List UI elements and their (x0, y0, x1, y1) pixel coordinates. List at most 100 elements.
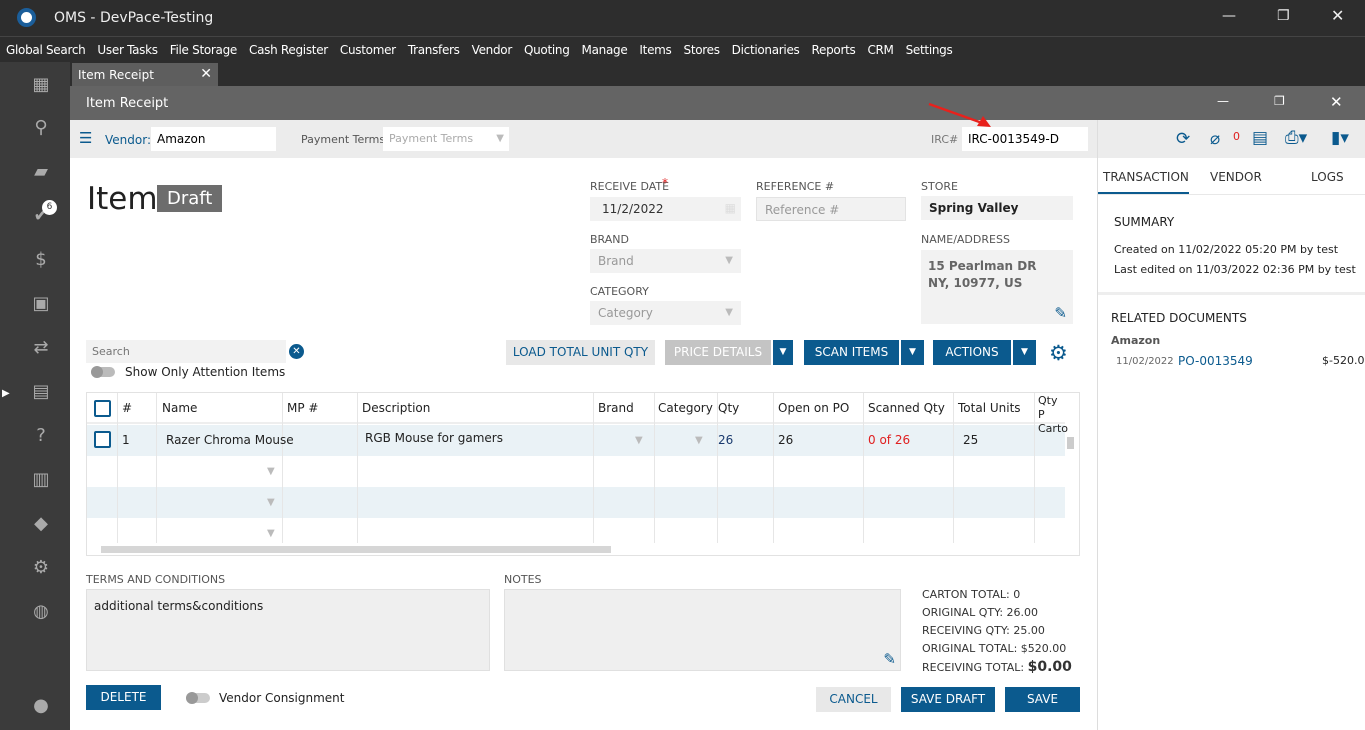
notes-textarea[interactable]: ✎ (504, 589, 901, 671)
pencil-icon[interactable]: ✎ (1054, 305, 1067, 322)
clipboard-icon[interactable]: ▥ (28, 469, 54, 491)
col-header-open-on-po[interactable]: Open on PO (778, 401, 849, 415)
related-doc-link[interactable]: PO-0013549 (1178, 354, 1253, 368)
cell-total-units[interactable]: 25 (963, 433, 978, 447)
menu-customer[interactable]: Customer (340, 43, 396, 57)
tab-vendor[interactable]: VENDOR (1210, 170, 1262, 184)
globe-icon[interactable]: ◍ (28, 601, 54, 623)
tab-item-receipt[interactable]: Item Receipt ✕ (72, 63, 218, 86)
irc-input[interactable] (962, 127, 1088, 151)
contact-icon[interactable]: ▣ (28, 293, 54, 315)
table-row-empty[interactable] (87, 487, 1065, 518)
name-dropdown-icon[interactable]: ▼ (267, 497, 275, 508)
menu-manage[interactable]: Manage (582, 43, 628, 57)
search-icon[interactable]: ⚲ (28, 117, 54, 139)
category-dropdown-icon[interactable]: ▼ (695, 435, 703, 446)
document-icon[interactable]: ▮▾ (1331, 128, 1349, 148)
tag-icon[interactable]: ◆ (28, 513, 54, 535)
window-minimize-button[interactable]: — (1217, 94, 1229, 108)
col-header-qty[interactable]: Qty (718, 401, 739, 415)
category-select[interactable]: Category ▼ (590, 301, 741, 325)
menu-transfers[interactable]: Transfers (408, 43, 460, 57)
col-header-description[interactable]: Description (362, 401, 430, 415)
price-details-button[interactable]: PRICE DETAILS (665, 340, 771, 365)
tab-logs[interactable]: LOGS (1311, 170, 1344, 184)
menu-stores[interactable]: Stores (684, 43, 720, 57)
payment-terms-select[interactable]: Payment Terms ▼ (383, 127, 509, 151)
receive-date-field[interactable]: 11/2/2022 ▦ (590, 197, 741, 221)
menu-file-storage[interactable]: File Storage (170, 43, 238, 57)
menu-global-search[interactable]: Global Search (6, 43, 86, 57)
col-header-total-units[interactable]: Total Units (958, 401, 1021, 415)
vendor-input[interactable] (151, 127, 276, 151)
horizontal-scrollbar[interactable] (101, 546, 611, 553)
col-header-name[interactable]: Name (162, 401, 197, 415)
store-field[interactable]: Spring Valley (921, 196, 1073, 220)
col-header-category[interactable]: Category (658, 401, 713, 415)
price-details-dropdown[interactable]: ▼ (773, 340, 793, 365)
col-header-qty-per-carton[interactable]: Qty P Carto (1038, 394, 1068, 436)
help-icon[interactable]: ? (28, 425, 54, 447)
dashboard-icon[interactable]: ▦ (28, 74, 54, 96)
menu-dictionaries[interactable]: Dictionaries (732, 43, 800, 57)
minimize-button[interactable]: — (1222, 8, 1236, 24)
menu-items[interactable]: Items (639, 43, 671, 57)
scan-items-button[interactable]: SCAN ITEMS (804, 340, 899, 365)
close-tab-icon[interactable]: ✕ (200, 66, 212, 82)
attention-toggle[interactable] (91, 366, 115, 378)
restore-button[interactable]: ❐ (1277, 8, 1290, 24)
cell-name[interactable]: Razer Chroma Mouse (166, 433, 294, 447)
col-header-mp[interactable]: MP # (287, 401, 318, 415)
print-icon[interactable]: ⎙▾ (1285, 128, 1307, 148)
table-row-empty[interactable] (87, 456, 1065, 487)
exchange-icon[interactable]: ⇄ (28, 337, 54, 359)
select-all-checkbox[interactable] (94, 400, 111, 417)
brand-dropdown-icon[interactable]: ▼ (635, 435, 643, 446)
actions-button[interactable]: ACTIONS (933, 340, 1011, 365)
gear-icon[interactable]: ⚙ (28, 557, 54, 579)
folder-icon[interactable]: ▰ (28, 161, 54, 183)
menu-vendor[interactable]: Vendor (472, 43, 513, 57)
load-total-unit-qty-button[interactable]: LOAD TOTAL UNIT QTY (506, 340, 655, 365)
tab-transaction[interactable]: TRANSACTION (1103, 170, 1189, 184)
search-input[interactable] (86, 340, 286, 363)
col-header-brand[interactable]: Brand (598, 401, 634, 415)
table-row-empty[interactable] (87, 518, 1065, 549)
cell-qty[interactable]: 26 (718, 433, 733, 447)
receipt-icon[interactable]: ▤ (1252, 128, 1268, 148)
reference-input[interactable]: Reference # (756, 197, 906, 221)
scan-items-dropdown[interactable]: ▼ (901, 340, 924, 365)
menu-cash-register[interactable]: Cash Register (249, 43, 328, 57)
window-close-button[interactable]: ✕ (1330, 93, 1343, 111)
actions-dropdown[interactable]: ▼ (1013, 340, 1036, 365)
menu-reports[interactable]: Reports (812, 43, 856, 57)
attachment-icon[interactable]: ⌀ (1210, 129, 1220, 149)
delete-button[interactable]: DELETE (86, 685, 161, 710)
store-icon[interactable]: ▤ (28, 381, 54, 403)
name-dropdown-icon[interactable]: ▼ (267, 466, 275, 477)
sidebar-expand-arrow[interactable]: ▶ (2, 388, 10, 399)
menu-quoting[interactable]: Quoting (524, 43, 570, 57)
close-button[interactable]: ✕ (1331, 6, 1344, 25)
pencil-icon[interactable]: ✎ (883, 650, 896, 668)
refresh-icon[interactable]: ⟳ (1176, 129, 1190, 149)
edit-list-icon[interactable]: ☰ (79, 129, 92, 147)
vertical-scrollbar[interactable] (1067, 437, 1074, 449)
save-draft-button[interactable]: SAVE DRAFT (901, 687, 995, 712)
menu-crm[interactable]: CRM (867, 43, 893, 57)
menu-settings[interactable]: Settings (906, 43, 953, 57)
save-button[interactable]: SAVE (1005, 687, 1080, 712)
grid-settings-gear-icon[interactable]: ⚙ (1049, 341, 1068, 365)
cancel-button[interactable]: CANCEL (816, 687, 891, 712)
user-icon[interactable]: ● (28, 695, 54, 717)
col-header-scanned-qty[interactable]: Scanned Qty (868, 401, 945, 415)
name-dropdown-icon[interactable]: ▼ (267, 528, 275, 539)
cell-description[interactable]: RGB Mouse for gamers (365, 431, 503, 445)
menu-user-tasks[interactable]: User Tasks (97, 43, 158, 57)
terms-textarea[interactable]: additional terms&conditions (86, 589, 490, 671)
brand-select[interactable]: Brand ▼ (590, 249, 741, 273)
clear-search-icon[interactable]: ✕ (289, 344, 304, 359)
row-checkbox[interactable] (94, 431, 111, 448)
window-restore-button[interactable]: ❐ (1274, 94, 1285, 108)
dollar-icon[interactable]: $ (28, 249, 54, 271)
